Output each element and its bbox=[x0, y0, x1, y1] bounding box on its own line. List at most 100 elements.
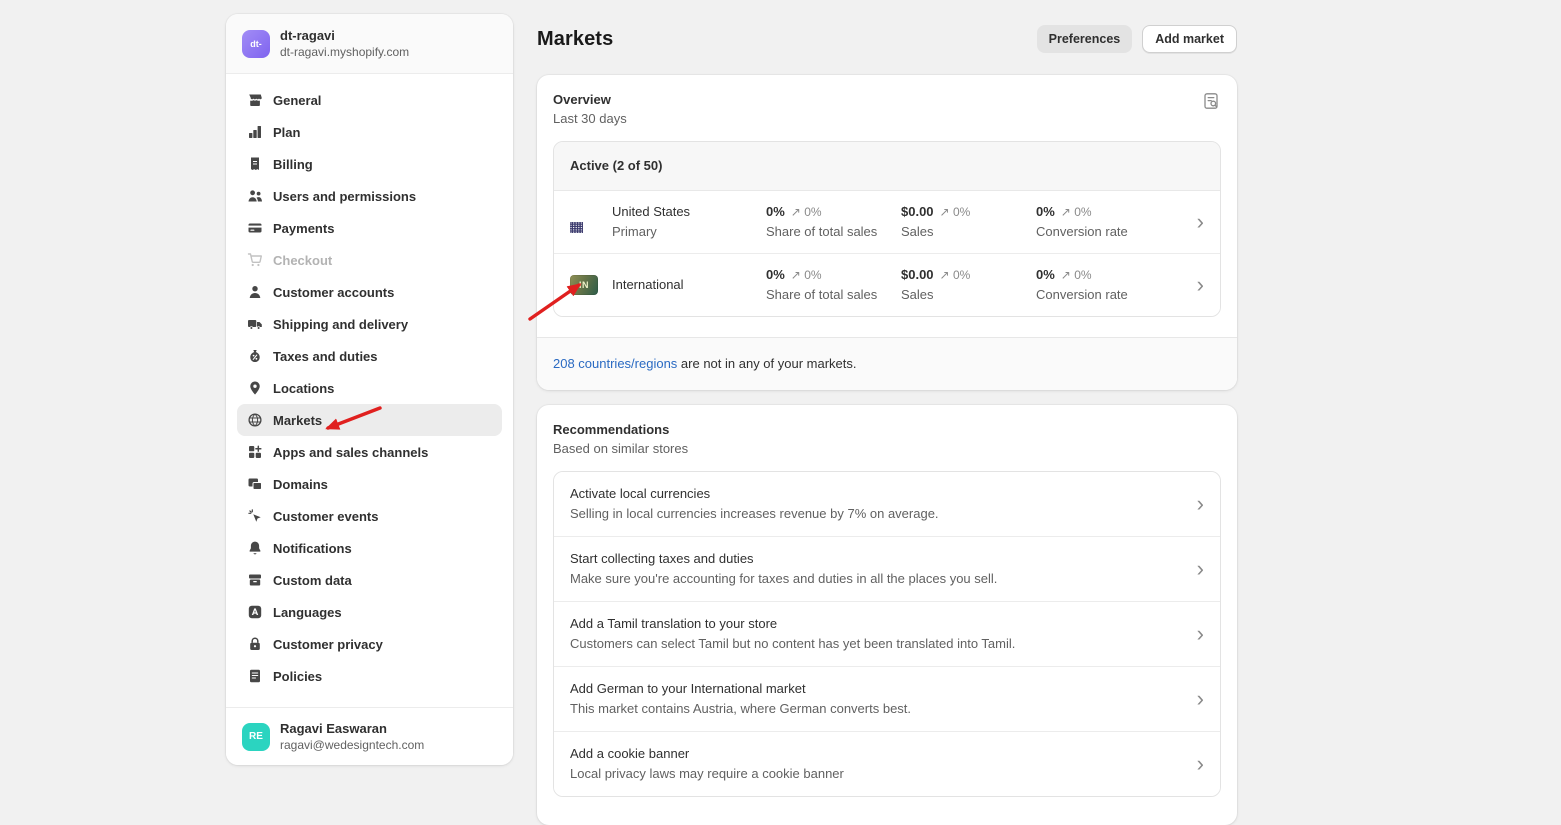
stat-delta: 0% bbox=[804, 268, 821, 282]
stat-value: $0.00 bbox=[901, 202, 934, 222]
user-footer: RE Ragavi Easwaran ragavi@wedesigntech.c… bbox=[226, 707, 513, 765]
settings-sidebar: dt- dt-ragavi dt-ragavi.myshopify.com Ge… bbox=[226, 14, 513, 765]
recommendation-title: Activate local currencies bbox=[570, 484, 1186, 504]
sidebar-item-customer-accounts[interactable]: Customer accounts bbox=[237, 276, 502, 308]
active-markets-header: Active (2 of 50) bbox=[554, 142, 1220, 191]
stat-conversion-rate: 0%↗ 0% Conversion rate bbox=[1036, 265, 1186, 305]
sidebar-item-label: Apps and sales channels bbox=[273, 445, 428, 460]
sidebar-item-locations[interactable]: Locations bbox=[237, 372, 502, 404]
sidebar-item-label: Customer accounts bbox=[273, 285, 394, 300]
increase-arrow-icon: ↗ bbox=[940, 205, 950, 219]
sidebar-item-markets[interactable]: Markets bbox=[237, 404, 502, 436]
sidebar-item-label: Custom data bbox=[273, 573, 352, 588]
recommendation-title: Add a cookie banner bbox=[570, 744, 1186, 764]
sidebar-item-payments[interactable]: Payments bbox=[237, 212, 502, 244]
sidebar-item-shipping-delivery[interactable]: Shipping and delivery bbox=[237, 308, 502, 340]
checkout-cart-icon bbox=[246, 252, 263, 269]
sidebar-item-general[interactable]: General bbox=[237, 84, 502, 116]
truck-icon bbox=[246, 316, 263, 333]
policies-document-icon bbox=[246, 668, 263, 685]
increase-arrow-icon: ↗ bbox=[940, 268, 950, 282]
recommendation-description: Make sure you're accounting for taxes an… bbox=[570, 569, 1186, 589]
click-cursor-icon bbox=[246, 508, 263, 525]
stat-share-of-sales: 0%↗ 0% Share of total sales bbox=[766, 265, 901, 305]
sidebar-item-customer-events[interactable]: Customer events bbox=[237, 500, 502, 532]
chevron-right-icon: › bbox=[1186, 213, 1204, 231]
active-markets-box: Active (2 of 50) United States Primary 0… bbox=[553, 141, 1221, 317]
sidebar-item-label: General bbox=[273, 93, 321, 108]
sidebar-item-plan[interactable]: Plan bbox=[237, 116, 502, 148]
sidebar-item-billing[interactable]: Billing bbox=[237, 148, 502, 180]
main-content: Markets Preferences Add market Overview … bbox=[537, 0, 1237, 825]
view-report-button[interactable] bbox=[1197, 88, 1225, 116]
sidebar-item-custom-data[interactable]: Custom data bbox=[237, 564, 502, 596]
recommendations-card: Recommendations Based on similar stores … bbox=[537, 405, 1237, 825]
stat-delta: 0% bbox=[953, 205, 970, 219]
recommendation-title: Add a Tamil translation to your store bbox=[570, 614, 1186, 634]
stat-conversion-rate: 0%↗ 0% Conversion rate bbox=[1036, 202, 1186, 242]
sidebar-item-label: Policies bbox=[273, 669, 322, 684]
location-pin-icon bbox=[246, 380, 263, 397]
countries-regions-link[interactable]: 208 countries/regions bbox=[553, 356, 677, 371]
settings-nav: General Plan Billing Users and permissio… bbox=[226, 74, 513, 707]
recommendation-row-tamil-translation[interactable]: Add a Tamil translation to your store Cu… bbox=[554, 601, 1220, 666]
overview-card: Overview Last 30 days Active (2 of 50) U… bbox=[537, 75, 1237, 390]
stat-sales: $0.00 ↗ 0% Sales bbox=[901, 202, 1036, 242]
user-avatar: RE bbox=[242, 723, 270, 751]
chevron-right-icon: › bbox=[1186, 495, 1204, 513]
money-bag-icon bbox=[246, 348, 263, 365]
sidebar-item-label: Taxes and duties bbox=[273, 349, 378, 364]
chevron-right-icon: › bbox=[1186, 690, 1204, 708]
store-name: dt-ragavi bbox=[280, 27, 409, 44]
recommendation-row-taxes-duties[interactable]: Start collecting taxes and duties Make s… bbox=[554, 536, 1220, 601]
users-icon bbox=[246, 188, 263, 205]
sidebar-item-policies[interactable]: Policies bbox=[237, 660, 502, 692]
stat-label: Sales bbox=[901, 285, 1036, 305]
overview-subtitle: Last 30 days bbox=[553, 109, 627, 129]
stat-share-of-sales: 0%↗ 0% Share of total sales bbox=[766, 202, 901, 242]
user-email: ragavi@wedesigntech.com bbox=[280, 737, 424, 753]
sidebar-item-users-permissions[interactable]: Users and permissions bbox=[237, 180, 502, 212]
add-market-button[interactable]: Add market bbox=[1142, 25, 1237, 53]
stat-value: $0.00 bbox=[901, 265, 934, 285]
stat-label: Sales bbox=[901, 222, 1036, 242]
stat-label: Conversion rate bbox=[1036, 285, 1186, 305]
sidebar-item-label: Users and permissions bbox=[273, 189, 416, 204]
domains-icon bbox=[246, 476, 263, 493]
billing-icon bbox=[246, 156, 263, 173]
sidebar-item-notifications[interactable]: Notifications bbox=[237, 532, 502, 564]
market-row-international[interactable]: IN International 0%↗ 0% Share of total s… bbox=[554, 253, 1220, 316]
stat-label: Share of total sales bbox=[766, 285, 901, 305]
market-subtitle: Primary bbox=[612, 222, 766, 242]
stat-delta: 0% bbox=[804, 205, 821, 219]
stat-value: 0% bbox=[766, 202, 785, 222]
sidebar-item-label: Customer privacy bbox=[273, 637, 383, 652]
sidebar-item-languages[interactable]: Languages bbox=[237, 596, 502, 628]
stat-value: 0% bbox=[1036, 202, 1055, 222]
market-name: United States bbox=[612, 202, 766, 222]
sidebar-item-label: Shipping and delivery bbox=[273, 317, 408, 332]
increase-arrow-icon: ↗ bbox=[791, 205, 801, 219]
sidebar-item-taxes-duties[interactable]: Taxes and duties bbox=[237, 340, 502, 372]
recommendation-row-cookie-banner[interactable]: Add a cookie banner Local privacy laws m… bbox=[554, 731, 1220, 796]
sidebar-item-label: Locations bbox=[273, 381, 334, 396]
overview-title: Overview bbox=[553, 91, 627, 109]
market-row-united-states[interactable]: United States Primary 0%↗ 0% Share of to… bbox=[554, 191, 1220, 253]
recommendation-description: Selling in local currencies increases re… bbox=[570, 504, 1186, 524]
recommendation-description: Customers can select Tamil but no conten… bbox=[570, 634, 1186, 654]
header-actions: Preferences Add market bbox=[1037, 25, 1237, 53]
stat-delta: 0% bbox=[1074, 268, 1091, 282]
recommendations-list: Activate local currencies Selling in loc… bbox=[553, 471, 1221, 797]
increase-arrow-icon: ↗ bbox=[791, 268, 801, 282]
sidebar-item-domains[interactable]: Domains bbox=[237, 468, 502, 500]
market-name: International bbox=[612, 275, 766, 295]
page-title: Markets bbox=[537, 28, 613, 51]
sidebar-item-customer-privacy[interactable]: Customer privacy bbox=[237, 628, 502, 660]
stat-value: 0% bbox=[1036, 265, 1055, 285]
recommendation-row-local-currencies[interactable]: Activate local currencies Selling in loc… bbox=[554, 472, 1220, 536]
stat-delta: 0% bbox=[1074, 205, 1091, 219]
lock-icon bbox=[246, 636, 263, 653]
recommendation-row-german-market[interactable]: Add German to your International market … bbox=[554, 666, 1220, 731]
sidebar-item-apps-sales-channels[interactable]: Apps and sales channels bbox=[237, 436, 502, 468]
preferences-button[interactable]: Preferences bbox=[1037, 25, 1133, 53]
